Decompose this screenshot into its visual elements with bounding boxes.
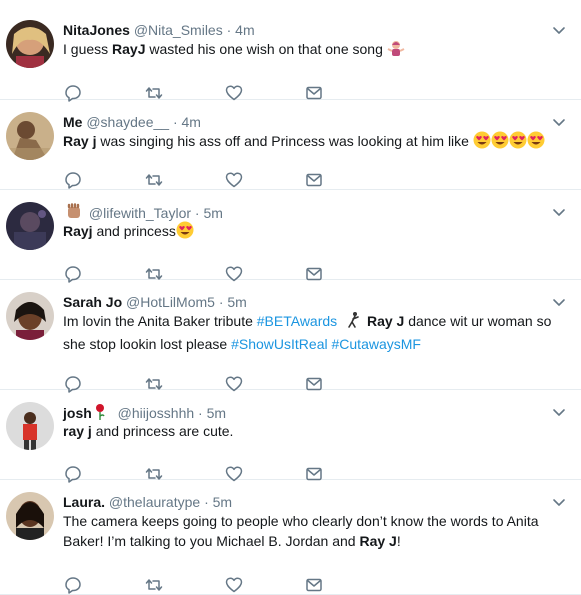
tweet-text-segment: and princess [92,223,176,239]
user-handle[interactable]: @lifewith_Taylor [89,205,191,221]
retweet-icon [144,575,164,595]
chevron-down-icon[interactable] [551,204,567,220]
avatar[interactable] [6,112,54,160]
timestamp[interactable]: 5m [227,294,246,310]
tweet-feed: NitaJones @Nita_Smiles · 4m I guess RayJ … [0,0,581,595]
avatar[interactable] [6,492,54,540]
heart-eyes-icon [527,131,545,154]
tweet-text: Im lovin the Anita Baker tribute #BETAwa… [63,311,567,354]
highlighted-keyword: Ray j [63,133,97,149]
display-name[interactable]: Me [63,114,82,130]
avatar[interactable] [6,292,54,340]
direct-message-icon [304,170,324,190]
tweet-text-segment: wasted his one wish on that one song [145,41,387,57]
tweet-header: Me @shaydee__ · 4m [63,113,201,131]
like-button[interactable] [224,170,244,190]
separator-dot: · [194,405,207,421]
separator-dot: · [191,205,204,221]
timestamp[interactable]: 5m [203,205,222,221]
tweet-text-segment: and princess are cute. [91,423,234,439]
avatar[interactable] [6,202,54,250]
tweet-header: Laura. @thelauratype · 5m [63,493,232,511]
timestamp[interactable]: 5m [207,405,226,421]
tweet-text: Ray j was singing his ass off and Prince… [63,131,567,154]
tweet-text: The camera keeps going to people who cle… [63,511,567,551]
user-handle[interactable]: @HotLilMom5 [126,294,215,310]
display-name[interactable]: NitaJones [63,22,130,38]
reply-icon [63,170,83,190]
chevron-down-icon[interactable] [551,114,567,130]
highlighted-keyword: Ray J [359,533,397,549]
heart-eyes-icon [509,131,527,154]
tweet-text-segment: The camera keeps going to people who cle… [63,513,539,549]
retweet-button[interactable] [144,170,164,190]
highlighted-keyword: ray j [63,423,92,439]
like-button[interactable] [224,575,244,595]
tweet[interactable]: @lifewith_Taylor · 5m Rayj and princess [0,190,581,283]
separator-dot: · [214,294,228,310]
highlighted-keyword: RayJ [112,41,146,57]
separator-dot: · [200,494,213,510]
tweet-text-segment: Im lovin the Anita Baker tribute [63,313,257,329]
tweet[interactable]: josh @hiijosshhh · 5m ray j and princess … [0,390,581,483]
highlighted-keyword: Rayj [63,223,93,239]
separator-dot: · [169,114,182,130]
display-name[interactable]: Laura. [63,494,105,510]
hashtag-link[interactable]: #ShowUsItReal [231,336,328,352]
user-handle[interactable]: @thelauratype [109,494,200,510]
avatar[interactable] [6,20,54,68]
tweet-text-segment: ! [396,533,401,549]
user-handle[interactable]: @hiijosshhh [118,405,194,421]
hashtag-link[interactable]: #CutawaysMF [332,336,421,352]
direct-message-icon [304,575,324,595]
timestamp[interactable]: 5m [213,494,232,510]
tweet-header: Sarah Jo @HotLilMom5 · 5m [63,293,247,311]
chevron-down-icon[interactable] [551,494,567,510]
display-name[interactable]: Sarah Jo [63,294,122,310]
direct-message-button[interactable] [304,170,324,190]
highlighted-keyword: Ray J [366,313,405,329]
like-icon [224,575,244,595]
display-name[interactable]: josh [63,405,92,421]
separator-dot: · [222,22,236,38]
timestamp[interactable]: 4m [235,22,254,38]
tweet-text: Rayj and princess [63,221,567,244]
reply-button[interactable] [63,170,83,190]
like-icon [224,170,244,190]
reply-icon [63,575,83,595]
chevron-down-icon[interactable] [551,294,567,310]
chevron-down-icon[interactable] [551,404,567,420]
timestamp[interactable]: 4m [182,114,201,130]
heart-eyes-icon [176,221,194,244]
avatar[interactable] [6,402,54,450]
tweet[interactable]: Laura. @thelauratype · 5m The camera keep… [0,480,581,595]
direct-message-button[interactable] [304,575,324,595]
woman-shrugging-icon [387,39,405,62]
retweet-button[interactable] [144,575,164,595]
dancing-man-icon [343,311,361,334]
heart-eyes-icon [473,131,491,154]
tweet-text: I guess RayJ wasted his one wish on that… [63,39,567,62]
hashtag-link[interactable]: #BETAwards [257,313,337,329]
tweet-header: NitaJones @Nita_Smiles · 4m [63,21,255,39]
tweet[interactable]: NitaJones @Nita_Smiles · 4m I guess RayJ … [0,8,581,102]
user-handle[interactable]: @Nita_Smiles [134,22,223,38]
retweet-icon [144,170,164,190]
tweet[interactable]: Me @shaydee__ · 4m Ray j was singing his … [0,100,581,190]
tweet-text-segment: was singing his ass off and Princess was… [96,133,473,149]
tweet-text: ray j and princess are cute. [63,421,567,441]
chevron-down-icon[interactable] [551,22,567,38]
heart-eyes-icon [491,131,509,154]
tweet[interactable]: Sarah Jo @HotLilMom5 · 5m Im lovin the An… [0,280,581,393]
tweet-text-segment: I guess [63,41,113,57]
reply-button[interactable] [63,575,83,595]
user-handle[interactable]: @shaydee__ [86,114,169,130]
